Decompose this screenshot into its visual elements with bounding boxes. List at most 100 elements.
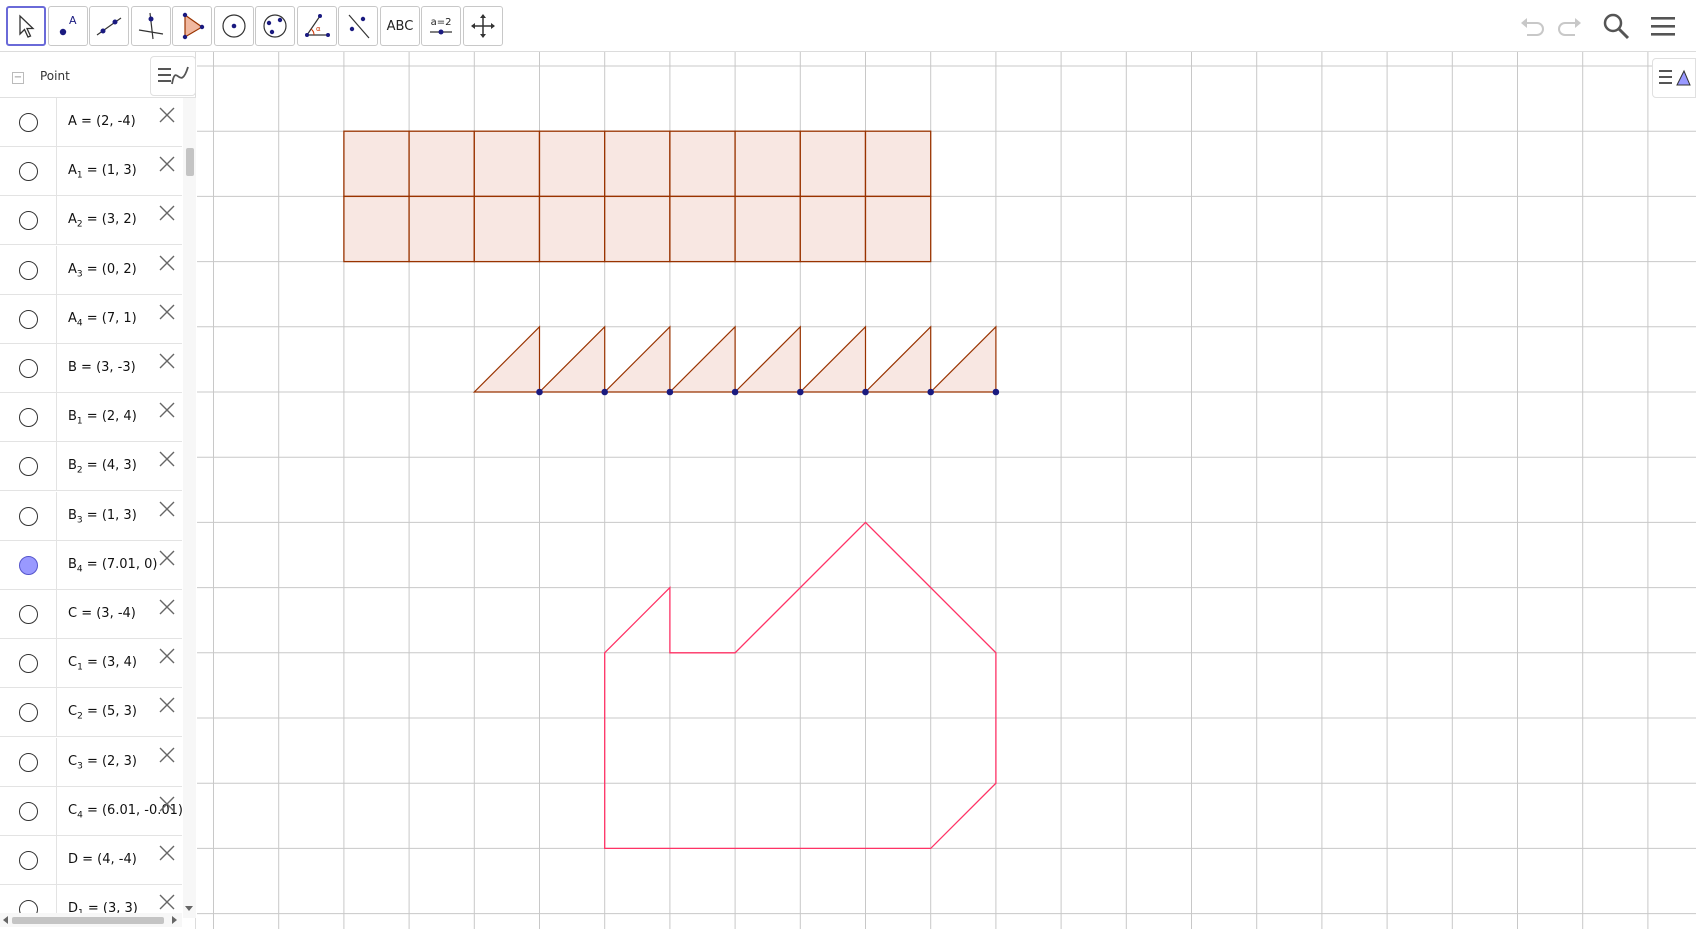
- point-definition[interactable]: A2 = (3, 2): [68, 212, 137, 230]
- algebra-row[interactable]: C4 = (6.01, -0.01): [0, 786, 182, 836]
- point-definition[interactable]: B2 = (4, 3): [68, 458, 137, 476]
- algebra-row[interactable]: B2 = (4, 3): [0, 442, 182, 492]
- visibility-toggle[interactable]: [19, 801, 38, 821]
- delete-icon[interactable]: [158, 155, 176, 173]
- delete-icon[interactable]: [158, 647, 176, 665]
- visibility-toggle[interactable]: [19, 752, 38, 772]
- delete-icon[interactable]: [158, 893, 176, 911]
- algebra-row[interactable]: A = (2, -4): [0, 98, 182, 147]
- scroll-down-arrow-icon[interactable]: [185, 906, 193, 911]
- visibility-toggle[interactable]: [19, 260, 38, 280]
- algebra-row[interactable]: B1 = (2, 4): [0, 393, 182, 443]
- algebra-row[interactable]: B3 = (1, 3): [0, 491, 182, 541]
- angle-icon: α: [305, 14, 330, 37]
- visibility-toggle[interactable]: [19, 211, 38, 231]
- point-definition[interactable]: B4 = (7.01, 0): [68, 557, 157, 575]
- circle-three-points-tool[interactable]: [255, 6, 295, 46]
- visibility-toggle[interactable]: [19, 408, 38, 428]
- point-value: = (3, 4): [82, 655, 137, 671]
- collapse-toggle[interactable]: −: [12, 72, 24, 84]
- point-definition[interactable]: D = (4, -4): [68, 852, 137, 867]
- point-definition[interactable]: C1 = (3, 4): [68, 655, 137, 673]
- text-tool[interactable]: ABC: [380, 6, 420, 46]
- move-tool[interactable]: [6, 6, 46, 46]
- delete-icon[interactable]: [158, 401, 176, 419]
- point-definition[interactable]: B3 = (1, 3): [68, 508, 137, 526]
- triangle-vertex-point: [666, 388, 674, 396]
- undo-button[interactable]: [1514, 8, 1550, 44]
- square-polygon: [473, 195, 541, 263]
- angle-tool[interactable]: α: [297, 6, 337, 46]
- triangle-vertex-point: [927, 388, 934, 396]
- delete-icon[interactable]: [158, 844, 176, 862]
- menu-icon: [1651, 17, 1675, 36]
- delete-icon[interactable]: [158, 204, 176, 222]
- delete-icon[interactable]: [158, 795, 176, 813]
- point-definition[interactable]: A = (2, -4): [68, 114, 136, 129]
- delete-icon[interactable]: [158, 450, 176, 468]
- point-definition[interactable]: A3 = (0, 2): [68, 262, 137, 280]
- delete-icon[interactable]: [158, 746, 176, 764]
- point-definition[interactable]: A4 = (7, 1): [68, 311, 137, 329]
- circle-tool[interactable]: [214, 6, 254, 46]
- redo-button[interactable]: [1552, 8, 1588, 44]
- visibility-toggle[interactable]: [19, 555, 38, 575]
- visibility-toggle[interactable]: [19, 457, 38, 477]
- point-definition[interactable]: B = (3, -3): [68, 360, 136, 375]
- square-polygon: [408, 130, 475, 198]
- menu-button[interactable]: [1645, 8, 1681, 44]
- vertical-scrollbar-thumb[interactable]: [186, 148, 194, 176]
- delete-icon[interactable]: [158, 549, 176, 567]
- delete-icon[interactable]: [158, 106, 176, 124]
- visibility-toggle[interactable]: [19, 851, 38, 870]
- scroll-left-arrow-icon[interactable]: [3, 916, 8, 924]
- visibility-toggle[interactable]: [19, 309, 38, 329]
- perpendicular-line-tool[interactable]: [131, 6, 171, 46]
- visibility-toggle[interactable]: [19, 162, 38, 182]
- reflect-tool[interactable]: [338, 6, 378, 46]
- move-graphics-tool[interactable]: [463, 6, 503, 46]
- algebra-row[interactable]: A4 = (7, 1): [0, 294, 182, 344]
- point-tool[interactable]: A: [48, 6, 88, 46]
- delete-icon[interactable]: [158, 254, 176, 272]
- algebra-row[interactable]: C = (3, -4): [0, 590, 182, 639]
- visibility-toggle[interactable]: [19, 654, 38, 674]
- slider-tool[interactable]: a=2: [421, 6, 461, 46]
- algebra-row[interactable]: A1 = (1, 3): [0, 147, 182, 197]
- polygon-tool[interactable]: [172, 6, 212, 46]
- visibility-toggle[interactable]: [19, 703, 38, 723]
- algebra-row[interactable]: C2 = (5, 3): [0, 688, 182, 738]
- line-tool[interactable]: [89, 6, 129, 46]
- visibility-toggle[interactable]: [19, 506, 38, 526]
- horizontal-scrollbar[interactable]: [0, 913, 182, 927]
- point-definition[interactable]: C = (3, -4): [68, 606, 136, 621]
- delete-icon[interactable]: [158, 598, 176, 616]
- algebra-row[interactable]: A2 = (3, 2): [0, 196, 182, 246]
- point-definition[interactable]: C3 = (2, 3): [68, 754, 137, 772]
- search-button[interactable]: [1598, 8, 1634, 44]
- point-definition[interactable]: A1 = (1, 3): [68, 163, 137, 181]
- algebra-row[interactable]: C3 = (2, 3): [0, 737, 182, 787]
- visibility-toggle[interactable]: [19, 359, 38, 378]
- scroll-right-arrow-icon[interactable]: [172, 916, 177, 924]
- algebra-row[interactable]: A3 = (0, 2): [0, 245, 182, 295]
- vertical-scrollbar[interactable]: [183, 98, 196, 918]
- point-definition[interactable]: C2 = (5, 3): [68, 704, 137, 722]
- graphics-style-bar-button[interactable]: [1652, 58, 1696, 98]
- visibility-toggle[interactable]: [19, 113, 38, 132]
- point-name: B: [68, 360, 77, 375]
- point-definition[interactable]: B1 = (2, 4): [68, 409, 137, 427]
- algebra-row[interactable]: D = (4, -4): [0, 836, 182, 885]
- delete-icon[interactable]: [158, 352, 176, 370]
- algebra-row[interactable]: C1 = (3, 4): [0, 639, 182, 689]
- graphics-canvas[interactable]: [197, 52, 1696, 929]
- graphics-view[interactable]: [197, 52, 1696, 929]
- algebra-row[interactable]: B = (3, -3): [0, 344, 182, 393]
- delete-icon[interactable]: [158, 696, 176, 714]
- algebra-style-bar-button[interactable]: [150, 56, 196, 96]
- algebra-row[interactable]: B4 = (7.01, 0): [0, 540, 182, 590]
- horizontal-scrollbar-thumb[interactable]: [12, 917, 164, 924]
- delete-icon[interactable]: [158, 303, 176, 321]
- delete-icon[interactable]: [158, 500, 176, 518]
- visibility-toggle[interactable]: [19, 605, 38, 624]
